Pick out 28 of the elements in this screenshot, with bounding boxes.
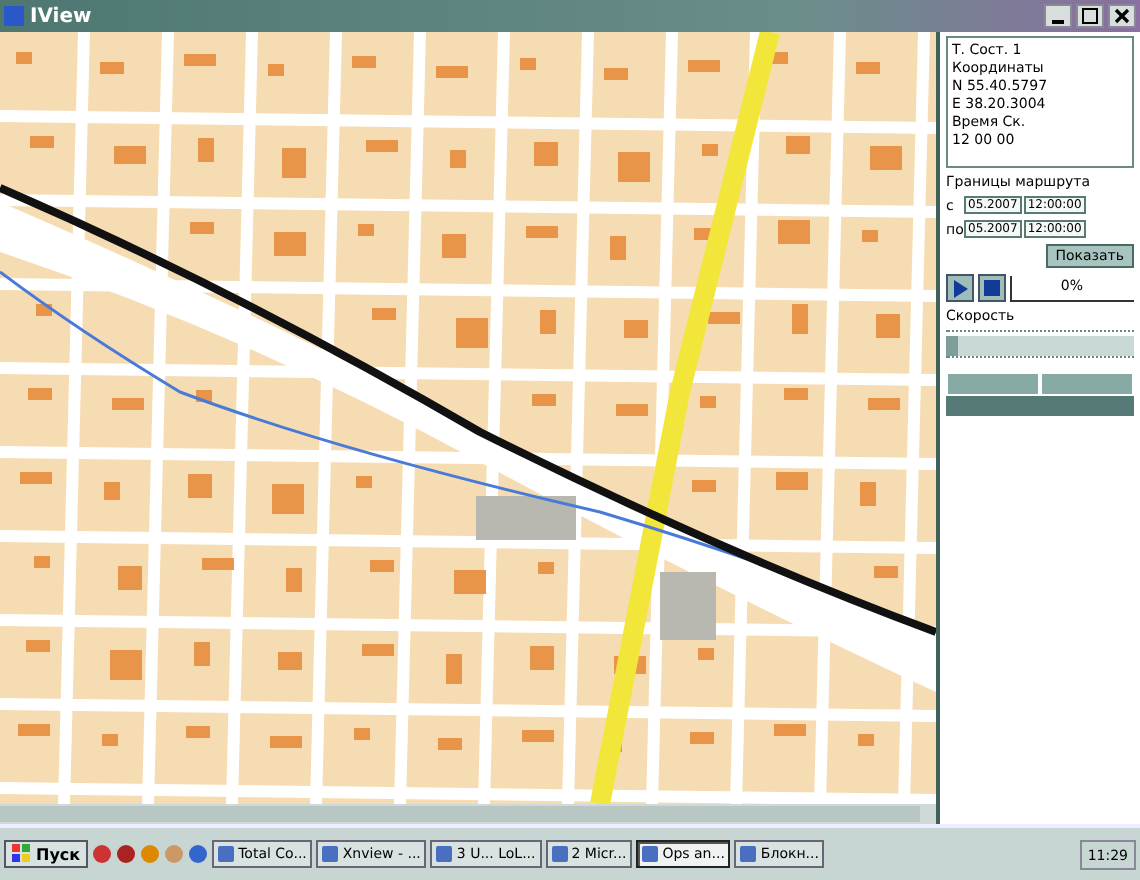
quick-launch-icon[interactable]: [188, 844, 209, 864]
windows-flag-icon: [12, 844, 32, 864]
map-drawing[interactable]: [0, 32, 936, 804]
slider-thumb[interactable]: [946, 336, 958, 356]
close-button[interactable]: [1108, 4, 1136, 28]
tab[interactable]: [946, 372, 1040, 396]
speed-slider[interactable]: [946, 330, 1134, 358]
window-icon: [218, 846, 235, 862]
close-icon: [1114, 8, 1130, 24]
minimize-button[interactable]: [1044, 4, 1072, 28]
play-icon: [952, 279, 968, 297]
window-icon: [642, 846, 659, 862]
window-icon: [740, 846, 757, 862]
tab[interactable]: [1040, 372, 1134, 396]
app-icon: [4, 6, 24, 26]
stop-icon: [984, 280, 1000, 296]
maximize-button[interactable]: [1076, 4, 1104, 28]
stop-button[interactable]: [978, 274, 1006, 302]
window-icon: [322, 846, 339, 862]
window-title: IView: [30, 5, 92, 27]
window-icon: [436, 846, 453, 862]
quick-launch-icon[interactable]: [92, 844, 113, 864]
horizontal-scrollbar[interactable]: [0, 804, 936, 824]
start-button[interactable]: Пуск: [4, 840, 89, 868]
play-button[interactable]: [946, 274, 974, 302]
window-icon: [551, 846, 568, 862]
quick-launch-icon[interactable]: [116, 844, 137, 864]
maximize-icon: [1082, 8, 1098, 24]
